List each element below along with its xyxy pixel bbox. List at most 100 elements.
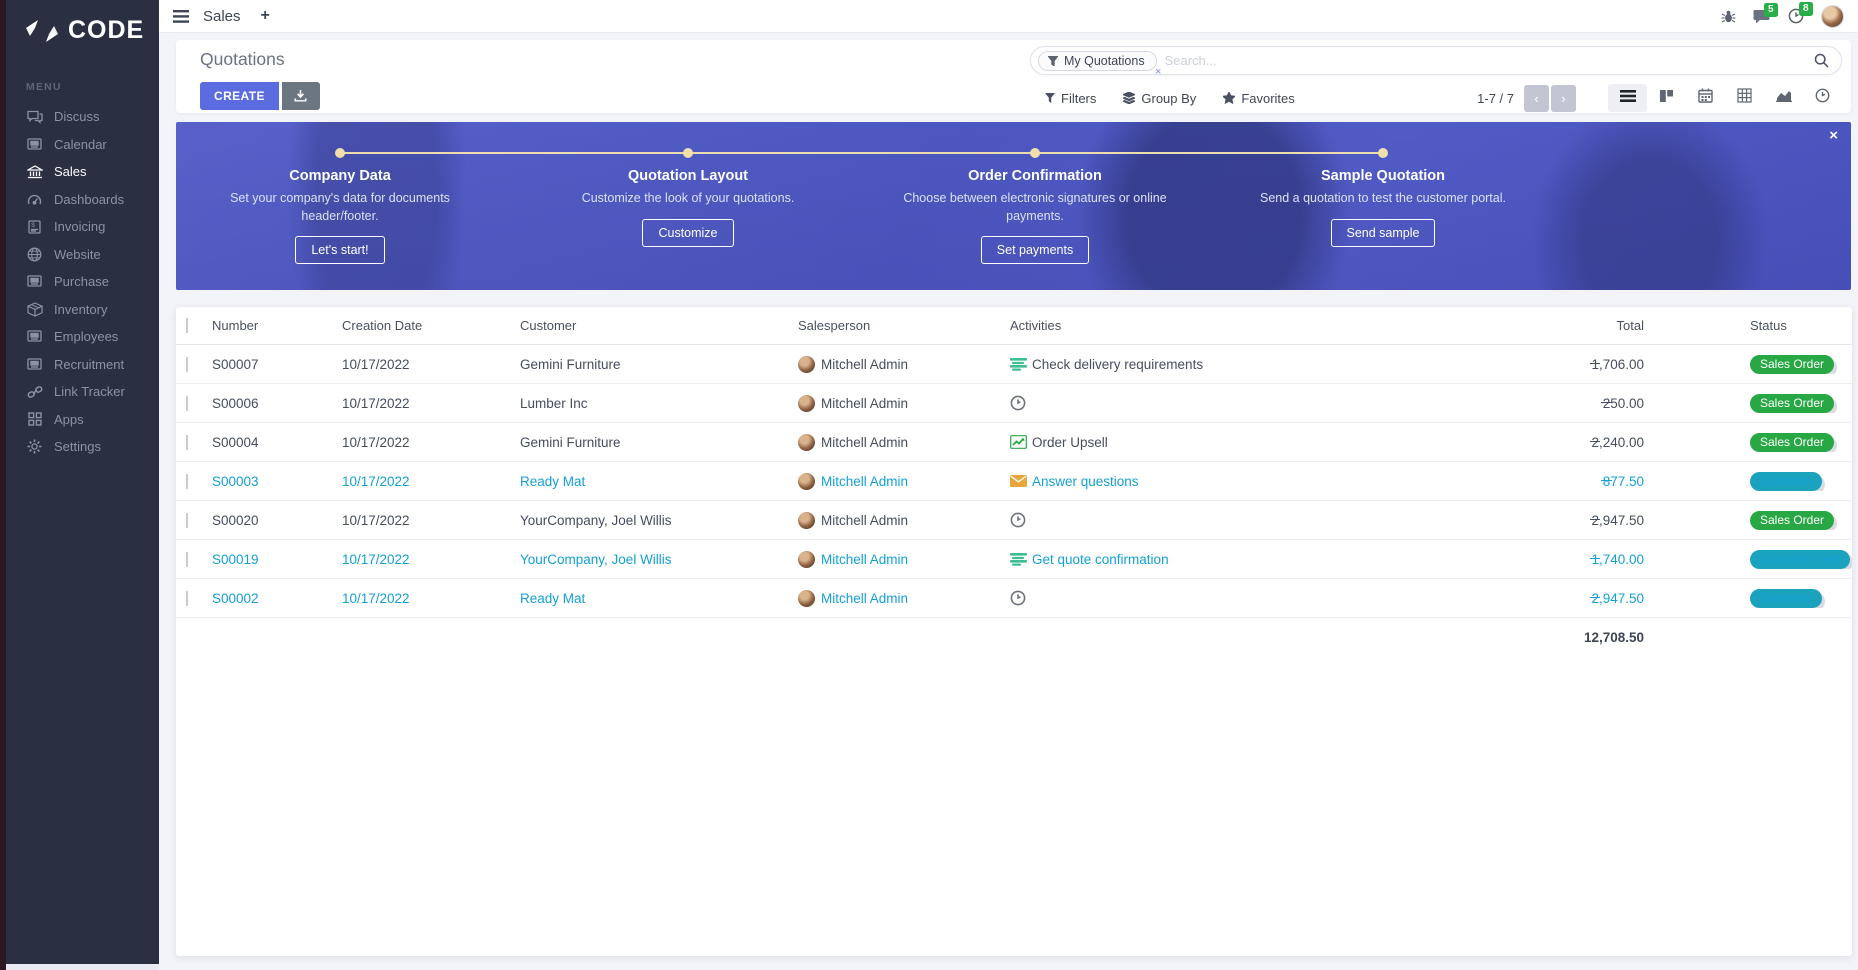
step-action-button[interactable]: Customize xyxy=(642,219,733,247)
row-checkbox[interactable] xyxy=(186,474,188,489)
sidebar-item-link-tracker[interactable]: Link Tracker xyxy=(6,378,159,406)
sidebar-item-settings[interactable]: Settings xyxy=(6,433,159,461)
row-customer: YourCompany, Joel Willis xyxy=(520,552,798,567)
facet-remove-icon[interactable]: × xyxy=(1155,67,1161,78)
row-creation-date: 10/17/2022 xyxy=(342,396,520,411)
row-checkbox[interactable] xyxy=(186,357,188,372)
sidebar-item-label: Settings xyxy=(54,439,101,454)
hamburger-menu-icon[interactable] xyxy=(173,10,189,23)
salesperson-name: Mitchell Admin xyxy=(821,357,908,372)
kanban-view-button[interactable] xyxy=(1647,84,1686,112)
search-facet-chip[interactable]: My Quotations xyxy=(1038,51,1157,71)
graph-view-button[interactable] xyxy=(1764,84,1803,112)
action-buttons: CREATE xyxy=(200,82,320,110)
row-activity[interactable] xyxy=(1010,590,1390,606)
sidebar-item-website[interactable]: Website xyxy=(6,241,159,269)
list-view-icon xyxy=(1620,89,1636,108)
sidebar-item-invoicing[interactable]: $ Invoicing xyxy=(6,213,159,241)
table-row-s00019[interactable]: S00019 10/17/2022 YourCompany, Joel Will… xyxy=(176,540,1852,579)
page-title: Quotations xyxy=(200,49,285,70)
step-action-button[interactable]: Set payments xyxy=(981,236,1089,264)
new-tab-button[interactable]: + xyxy=(261,7,270,25)
table-row-s00004[interactable]: S00004 10/17/2022 Gemini Furniture Mitch… xyxy=(176,423,1852,462)
sidebar-item-employees[interactable]: Employees xyxy=(6,323,159,351)
row-activity[interactable] xyxy=(1010,512,1390,528)
table-row-s00003[interactable]: S00003 10/17/2022 Ready Mat Mitchell Adm… xyxy=(176,462,1852,501)
col-total[interactable]: Total xyxy=(1390,318,1750,333)
logo[interactable]: CODE xyxy=(6,0,159,45)
status-badge: Quotation Sent xyxy=(1750,550,1850,569)
row-activity[interactable]: Answer questions xyxy=(1010,474,1390,489)
row-number[interactable]: S00006 xyxy=(212,396,342,411)
activities-clock-icon[interactable]: 8 xyxy=(1788,8,1804,24)
salesperson-name: Mitchell Admin xyxy=(821,513,908,528)
activity-label: Get quote confirmation xyxy=(1032,552,1169,567)
sidebar-item-dashboards[interactable]: Dashboards xyxy=(6,186,159,214)
debug-bug-icon[interactable] xyxy=(1721,9,1736,24)
row-activity[interactable]: Get quote confirmation xyxy=(1010,552,1390,567)
row-number[interactable]: S00002 xyxy=(212,591,342,606)
row-number[interactable]: S00020 xyxy=(212,513,342,528)
sidebar-item-apps[interactable]: Apps xyxy=(6,406,159,434)
row-number[interactable]: S00003 xyxy=(212,474,342,489)
banner-close-icon[interactable]: × xyxy=(1829,127,1838,144)
export-button[interactable] xyxy=(282,82,320,110)
search-options-row: Filters Group By Favorites 1-7 / 7 ‹ › xyxy=(1030,84,1842,112)
col-number[interactable]: Number xyxy=(212,318,342,333)
search-icon[interactable] xyxy=(1814,53,1829,68)
pager-previous-button[interactable]: ‹ xyxy=(1524,85,1549,112)
row-number[interactable]: S00019 xyxy=(212,552,342,567)
row-activity[interactable]: Check delivery requirements xyxy=(1010,357,1390,372)
sidebar-item-recruitment[interactable]: Recruitment xyxy=(6,351,159,379)
row-activity[interactable]: Order Upsell xyxy=(1010,435,1390,450)
sidebar-item-sales[interactable]: Sales xyxy=(6,158,159,186)
timeline-dot xyxy=(1378,148,1388,158)
sidebar-item-calendar[interactable]: Calendar xyxy=(6,131,159,159)
search-bar[interactable]: My Quotations × Search... xyxy=(1030,46,1842,75)
col-creation-date[interactable]: Creation Date xyxy=(342,318,520,333)
search-input[interactable]: Search... xyxy=(1165,53,1814,68)
messages-icon[interactable]: 5 xyxy=(1753,9,1771,24)
app-title[interactable]: Sales xyxy=(203,8,241,25)
row-number[interactable]: S00007 xyxy=(212,357,342,372)
calendar-view-button[interactable] xyxy=(1686,84,1725,112)
row-activity[interactable] xyxy=(1010,395,1390,411)
status-badge: Sales Order xyxy=(1750,394,1834,413)
group-by-button[interactable]: Group By xyxy=(1123,91,1196,106)
sidebar-item-discuss[interactable]: Discuss xyxy=(6,103,159,131)
favorites-button[interactable]: Favorites xyxy=(1223,91,1294,106)
table-row-s00007[interactable]: S00007 10/17/2022 Gemini Furniture Mitch… xyxy=(176,345,1852,384)
pager-next-button[interactable]: › xyxy=(1551,85,1576,112)
list-view-button[interactable] xyxy=(1608,84,1647,112)
step-action-button[interactable]: Let's start! xyxy=(295,236,384,264)
activity-view-button[interactable] xyxy=(1803,84,1842,112)
col-activities[interactable]: Activities xyxy=(1010,318,1390,333)
sidebar-item-label: Website xyxy=(54,247,101,262)
row-checkbox[interactable] xyxy=(186,513,188,528)
col-salesperson[interactable]: Salesperson xyxy=(798,318,1010,333)
pivot-view-button[interactable] xyxy=(1725,84,1764,112)
bank-icon xyxy=(26,164,43,180)
filters-button[interactable]: Filters xyxy=(1045,91,1096,106)
col-customer[interactable]: Customer xyxy=(520,318,798,333)
col-status[interactable]: Status xyxy=(1750,318,1852,333)
row-checkbox[interactable] xyxy=(186,552,188,567)
row-checkbox[interactable] xyxy=(186,396,188,411)
table-row-s00002[interactable]: S00002 10/17/2022 Ready Mat Mitchell Adm… xyxy=(176,579,1852,618)
sidebar-item-inventory[interactable]: Inventory xyxy=(6,296,159,324)
activity-label: Answer questions xyxy=(1032,474,1139,489)
row-number[interactable]: S00004 xyxy=(212,435,342,450)
user-avatar[interactable] xyxy=(1821,5,1844,28)
step-title: Company Data xyxy=(190,168,490,184)
row-checkbox[interactable] xyxy=(186,591,188,606)
row-creation-date: 10/17/2022 xyxy=(342,552,520,567)
create-button[interactable]: CREATE xyxy=(200,82,279,110)
table-row-s00006[interactable]: S00006 10/17/2022 Lumber Inc Mitchell Ad… xyxy=(176,384,1852,423)
filters-icon xyxy=(1045,93,1055,103)
select-all-checkbox[interactable] xyxy=(186,318,188,333)
step-action-button[interactable]: Send sample xyxy=(1331,219,1436,247)
row-checkbox[interactable] xyxy=(186,435,188,450)
row-select-cell xyxy=(176,396,212,411)
sidebar-item-purchase[interactable]: Purchase xyxy=(6,268,159,296)
table-row-s00020[interactable]: S00020 10/17/2022 YourCompany, Joel Will… xyxy=(176,501,1852,540)
